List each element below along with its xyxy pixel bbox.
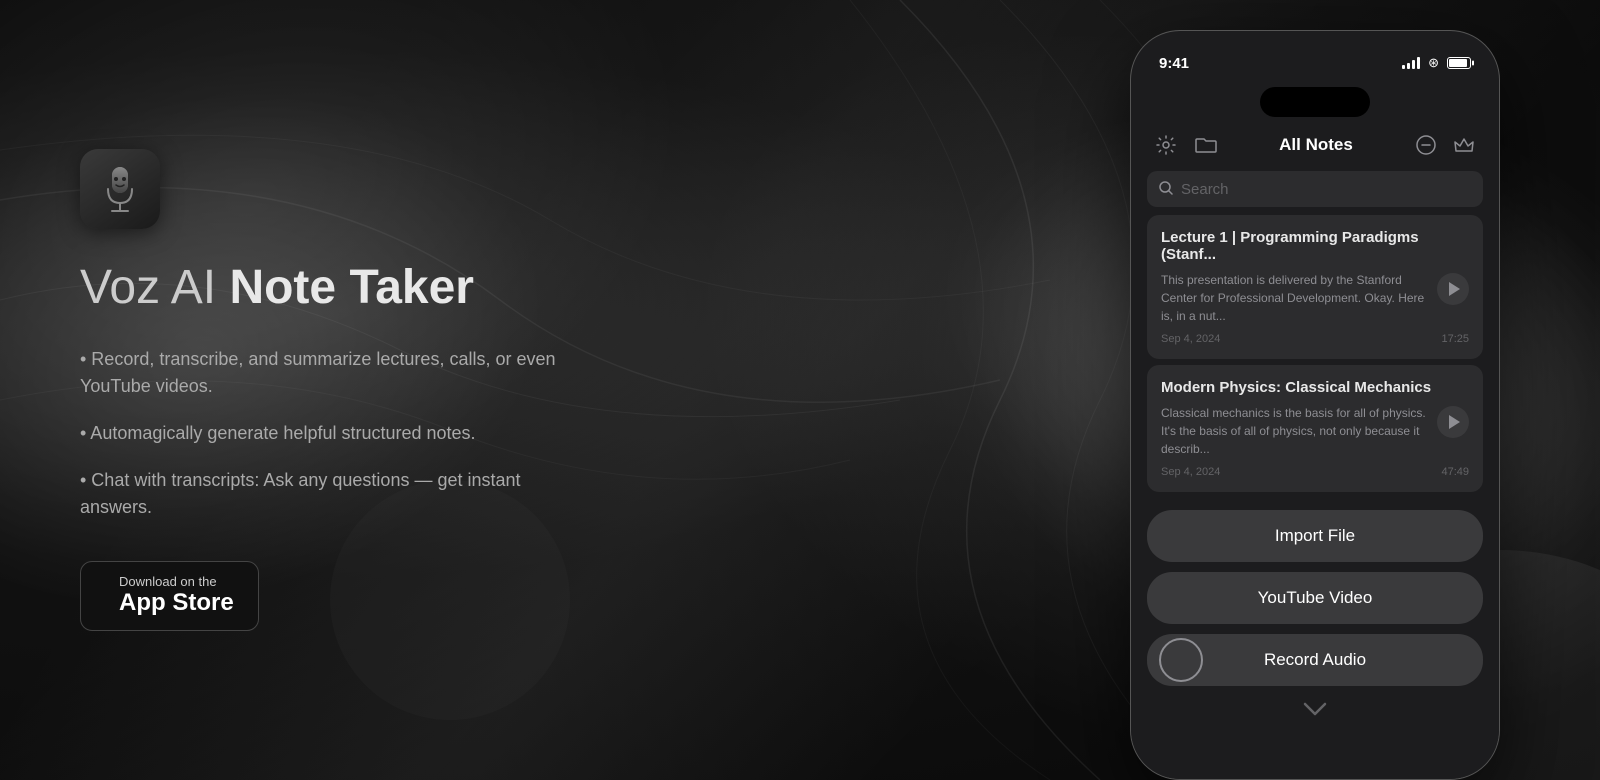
phone-frame: 9:41 ⊛ xyxy=(1130,30,1500,780)
nav-right xyxy=(1411,130,1479,160)
note-content-row-2: Classical mechanics is the basis for all… xyxy=(1161,404,1469,458)
download-label-bottom: App Store xyxy=(119,589,234,618)
youtube-video-button[interactable]: YouTube Video xyxy=(1147,572,1483,624)
minus-circle-icon[interactable] xyxy=(1411,130,1441,160)
play-button-2[interactable] xyxy=(1437,406,1469,438)
status-icons: ⊛ xyxy=(1402,55,1471,71)
notes-list: Lecture 1 | Programming Paradigms (Stanf… xyxy=(1131,215,1499,492)
note-date-2: Sep 4, 2024 xyxy=(1161,466,1220,478)
note-title-2: Modern Physics: Classical Mechanics xyxy=(1161,379,1469,396)
note-card-1[interactable]: Lecture 1 | Programming Paradigms (Stanf… xyxy=(1147,215,1483,359)
feature-item-1: • Record, transcribe, and summarize lect… xyxy=(80,346,580,400)
app-icon-svg xyxy=(90,159,150,219)
status-time: 9:41 xyxy=(1159,55,1189,72)
search-icon xyxy=(1159,181,1173,198)
note-footer-2: Sep 4, 2024 47:49 xyxy=(1161,466,1469,478)
feature-item-2: • Automagically generate helpful structu… xyxy=(80,420,580,447)
wifi-icon: ⊛ xyxy=(1428,55,1439,71)
battery-icon xyxy=(1447,57,1471,69)
phone-mockup: 9:41 ⊛ xyxy=(1130,30,1500,780)
folder-icon[interactable] xyxy=(1191,130,1221,160)
crown-icon[interactable] xyxy=(1449,130,1479,160)
signal-bars-icon xyxy=(1402,57,1420,69)
import-file-button[interactable]: Import File xyxy=(1147,510,1483,562)
play-icon-1 xyxy=(1449,282,1460,296)
dynamic-island xyxy=(1260,87,1370,117)
note-text-1: This presentation is delivered by the St… xyxy=(1161,271,1427,325)
nav-title: All Notes xyxy=(1279,135,1353,155)
note-text-2: Classical mechanics is the basis for all… xyxy=(1161,404,1427,458)
note-footer-1: Sep 4, 2024 17:25 xyxy=(1161,333,1469,345)
app-title: Voz AI Note Taker xyxy=(80,259,474,317)
search-bar[interactable]: Search xyxy=(1147,171,1483,207)
chevron-down-area xyxy=(1131,698,1499,720)
note-duration-1: 17:25 xyxy=(1441,333,1469,345)
search-placeholder: Search xyxy=(1181,181,1229,198)
note-duration-2: 47:49 xyxy=(1441,466,1469,478)
play-icon-2 xyxy=(1449,415,1460,429)
feature-list: • Record, transcribe, and summarize lect… xyxy=(80,346,580,521)
action-buttons: Import File YouTube Video Record Audio xyxy=(1131,498,1499,698)
note-date-1: Sep 4, 2024 xyxy=(1161,333,1220,345)
play-button-1[interactable] xyxy=(1437,273,1469,305)
chevron-down-icon xyxy=(1303,702,1327,716)
status-bar: 9:41 ⊛ xyxy=(1131,31,1499,81)
app-store-download-button[interactable]: Download on the App Store xyxy=(80,561,259,631)
note-content-row-1: This presentation is delivered by the St… xyxy=(1161,271,1469,325)
nav-bar: All Notes xyxy=(1131,123,1499,167)
phone-screen: 9:41 ⊛ xyxy=(1131,31,1499,779)
download-btn-text: Download on the App Store xyxy=(119,574,234,618)
settings-icon[interactable] xyxy=(1151,130,1181,160)
record-circle xyxy=(1159,638,1203,682)
note-title-1: Lecture 1 | Programming Paradigms (Stanf… xyxy=(1161,229,1469,263)
app-icon xyxy=(80,149,160,229)
download-label-top: Download on the xyxy=(119,574,234,589)
left-panel: Voz AI Note Taker • Record, transcribe, … xyxy=(0,0,870,780)
feature-item-3: • Chat with transcripts: Ask any questio… xyxy=(80,467,580,521)
record-audio-button[interactable]: Record Audio xyxy=(1147,634,1483,686)
note-card-2[interactable]: Modern Physics: Classical Mechanics Clas… xyxy=(1147,365,1483,492)
